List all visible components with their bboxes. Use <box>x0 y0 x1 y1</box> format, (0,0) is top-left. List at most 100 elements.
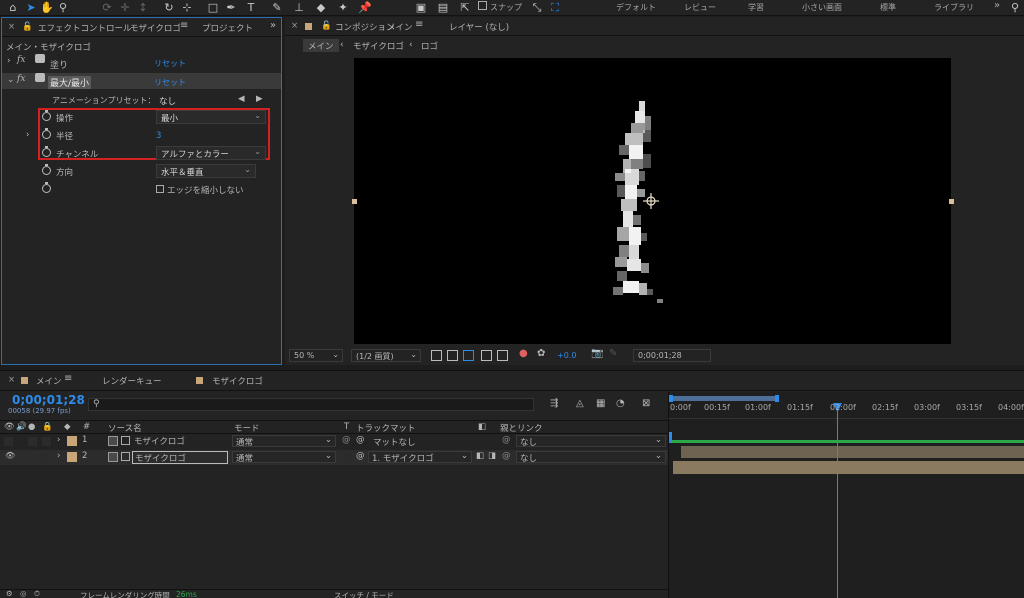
track-matte-dropdown[interactable]: 1. モザイクロゴ ⌄ <box>368 451 472 464</box>
work-area-end-handle[interactable] <box>775 395 779 402</box>
zoom-dropdown[interactable]: 50 % ⌄ <box>289 349 343 362</box>
transparency-grid-icon[interactable] <box>447 350 458 361</box>
preset-prev-icon[interactable]: ◀ <box>238 94 245 104</box>
selection-tool-icon[interactable]: ➤ <box>24 1 38 15</box>
expand-chevron-icon[interactable]: › <box>26 130 29 140</box>
column-track-matte[interactable]: トラックマット <box>356 422 416 434</box>
lock-icon[interactable]: 🔓 <box>22 22 33 32</box>
lock-toggle[interactable] <box>42 453 51 462</box>
shy-layers-icon[interactable]: ▦ <box>596 398 605 409</box>
home-icon[interactable]: ⌂ <box>6 1 20 15</box>
resize-handle[interactable] <box>949 199 954 204</box>
panel-menu-icon[interactable]: ≡ <box>64 373 72 384</box>
work-area-bar[interactable] <box>671 396 779 401</box>
resolution-dropdown[interactable]: (1/2 画質) ⌄ <box>351 349 421 362</box>
workspace-learn[interactable]: 学習 <box>748 2 764 13</box>
pan-tool-icon[interactable]: ✛ <box>118 1 132 15</box>
close-icon[interactable]: × <box>8 375 15 385</box>
eraser-tool-icon[interactable]: ◆ <box>314 1 328 15</box>
mode-dropdown[interactable]: 通常 ⌄ <box>232 451 336 464</box>
stopwatch-icon[interactable] <box>42 182 51 193</box>
workspace-library[interactable]: ライブラリ <box>934 2 974 13</box>
work-area-start-handle[interactable] <box>669 395 673 402</box>
stopwatch-icon[interactable] <box>42 128 51 139</box>
layer-name[interactable]: モザイクロゴ <box>132 451 228 464</box>
column-source-name[interactable]: ソース名 <box>108 422 142 434</box>
draft-3d-icon[interactable]: ◬ <box>576 398 584 409</box>
overflow-icon[interactable]: » <box>994 0 1000 11</box>
mode-dropdown[interactable]: 通常 ⌄ <box>232 435 336 448</box>
expand-chevron-icon[interactable]: › <box>57 451 60 461</box>
playhead-line[interactable] <box>837 406 838 598</box>
zoom-tool-icon[interactable]: ⚲ <box>56 1 70 15</box>
panel-menu-icon[interactable]: ≡ <box>415 19 423 30</box>
comp-tab-label[interactable]: コンポジション <box>335 21 395 33</box>
layer-label-color[interactable] <box>67 452 77 462</box>
close-icon[interactable]: × <box>291 21 298 31</box>
search-icon[interactable]: ⚲ <box>1008 1 1022 15</box>
solo-toggle[interactable] <box>28 437 37 446</box>
expand-chevron-icon[interactable]: › <box>57 435 60 445</box>
layer-bar-2[interactable] <box>673 461 1024 474</box>
layer-tab[interactable]: レイヤー (なし) <box>449 21 509 33</box>
workspace-small-screen[interactable]: 小さい画面 <box>802 2 842 13</box>
fast-preview-icon[interactable] <box>431 350 442 361</box>
workspace-standard[interactable]: 標準 <box>880 2 896 13</box>
snap-toggle-icon[interactable]: ▣ <box>414 1 428 15</box>
layer-search-input[interactable]: ⚲ <box>88 398 534 411</box>
snap-edge-icon[interactable]: ⤡ <box>530 1 544 15</box>
puppet-pin-icon[interactable]: 📌 <box>358 1 372 15</box>
panel-overflow-icon[interactable]: » <box>270 20 276 31</box>
direction-dropdown[interactable]: 水平＆垂直 ⌄ <box>156 164 256 178</box>
time-ruler[interactable] <box>669 418 1024 432</box>
text-tool-icon[interactable]: T <box>244 1 258 15</box>
audio-switch-icon[interactable]: 🔊 <box>16 422 27 432</box>
rectangle-tool-icon[interactable]: □ <box>206 1 220 15</box>
radius-value[interactable]: 3 <box>156 131 161 141</box>
resize-handle[interactable] <box>352 199 357 204</box>
workspace-review[interactable]: レビュー <box>684 2 716 13</box>
collapse-chevron-icon[interactable]: ⌄ <box>7 75 15 85</box>
switch-mode-toggle[interactable]: スイッチ / モード <box>334 590 394 598</box>
comp-timecode[interactable]: 0;00;01;28 <box>633 349 711 362</box>
reset-link[interactable]: リセット <box>154 77 186 88</box>
pick-whip-icon[interactable]: @ <box>502 435 511 445</box>
breadcrumb-main[interactable]: メイン <box>303 39 339 52</box>
video-toggle[interactable] <box>4 437 13 446</box>
label-column-icon[interactable]: ◆ <box>64 422 71 432</box>
layer-row-1[interactable]: › 1 モザイクロゴ 通常 ⌄ @ @ マットなし @ なし ⌄ <box>0 434 668 449</box>
preserve-transparency-toggle[interactable] <box>341 453 350 462</box>
mask-visibility-icon[interactable] <box>463 350 474 361</box>
rotate-tool-icon[interactable]: ↻ <box>162 1 176 15</box>
timeline-tab-render-queue[interactable]: レンダーキュー <box>102 375 162 387</box>
panel-menu-icon[interactable]: ≡ <box>180 20 188 31</box>
column-parent-link[interactable]: 親とリンク <box>500 422 543 434</box>
track-matte-dropdown[interactable]: マットなし <box>368 435 472 448</box>
effects-tab-target[interactable]: モザイクロゴ <box>130 22 181 34</box>
channel-dropdown[interactable]: アルファとカラー ⌄ <box>156 146 266 160</box>
column-mode[interactable]: モード <box>234 422 260 434</box>
motion-blur-icon[interactable]: ◔ <box>616 398 625 409</box>
comp-viewer[interactable] <box>354 58 951 344</box>
breadcrumb-leaf[interactable]: ロゴ <box>421 40 438 52</box>
layer-bar-1[interactable] <box>681 446 1024 458</box>
graph-editor-icon[interactable]: ⊠ <box>642 398 650 409</box>
snap-feature-icon[interactable]: ⛶ <box>548 1 562 15</box>
lock-switch-icon[interactable]: 🔒 <box>42 422 53 432</box>
timeline-tab-main[interactable]: メイン <box>36 375 62 387</box>
project-tab[interactable]: プロジェクト <box>202 22 253 34</box>
show-snapshot-icon[interactable]: ✎ <box>609 348 617 359</box>
pick-whip-icon[interactable]: @ <box>502 451 511 461</box>
eye-icon[interactable]: 👁 <box>5 451 15 460</box>
layer-name[interactable]: モザイクロゴ <box>134 435 185 447</box>
in-out-icon[interactable]: ⏱ <box>34 589 40 598</box>
preset-value[interactable]: なし <box>159 95 176 107</box>
layer-label-color[interactable] <box>67 436 77 446</box>
operation-dropdown[interactable]: 最小 ⌄ <box>156 110 266 124</box>
effects-tab-label[interactable]: エフェクトコントロール <box>38 22 132 34</box>
video-switch-icon[interactable]: 👁 <box>4 422 15 432</box>
timeline-tab-mosaic[interactable]: モザイクロゴ <box>212 375 263 387</box>
layer-switches-icon[interactable]: ⚙ <box>6 589 13 598</box>
hand-tool-icon[interactable]: ✋ <box>40 1 54 15</box>
effect-row-maxmin[interactable]: ⌄ fx 最大/最小 リセット <box>2 73 281 89</box>
